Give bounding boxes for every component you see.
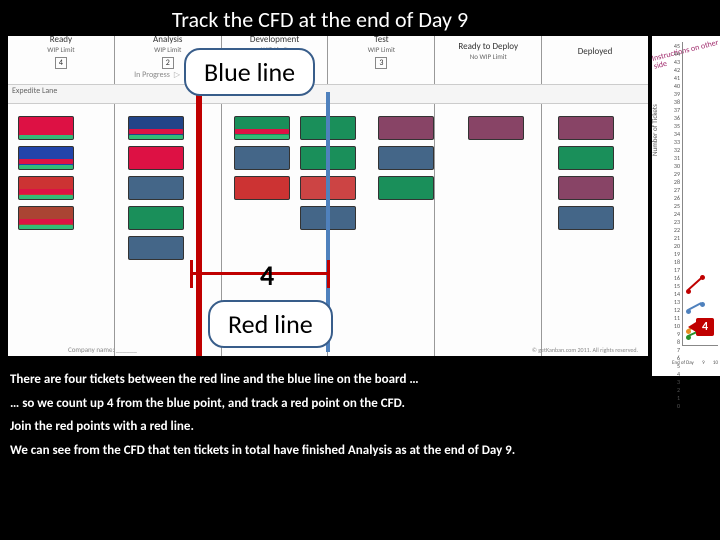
red-line-marker	[196, 76, 202, 356]
page-title: Track the CFD at the end of Day 9	[0, 6, 640, 33]
explanation-text: There are four tickets between the red l…	[10, 364, 710, 466]
count-label: 4	[260, 258, 274, 293]
company-name: Company name: ______	[68, 345, 137, 354]
blue-label: Blue line	[184, 48, 315, 96]
cfd-yticks: 4544434241403938373635343332313029282726…	[662, 42, 680, 346]
cfd-ylabel: Number of Tickets	[650, 104, 659, 156]
red-label: Red line	[208, 300, 333, 348]
board-footer: © getKanban.com 2011. All rights reserve…	[532, 346, 638, 354]
cfd-callout: 4	[696, 318, 714, 336]
